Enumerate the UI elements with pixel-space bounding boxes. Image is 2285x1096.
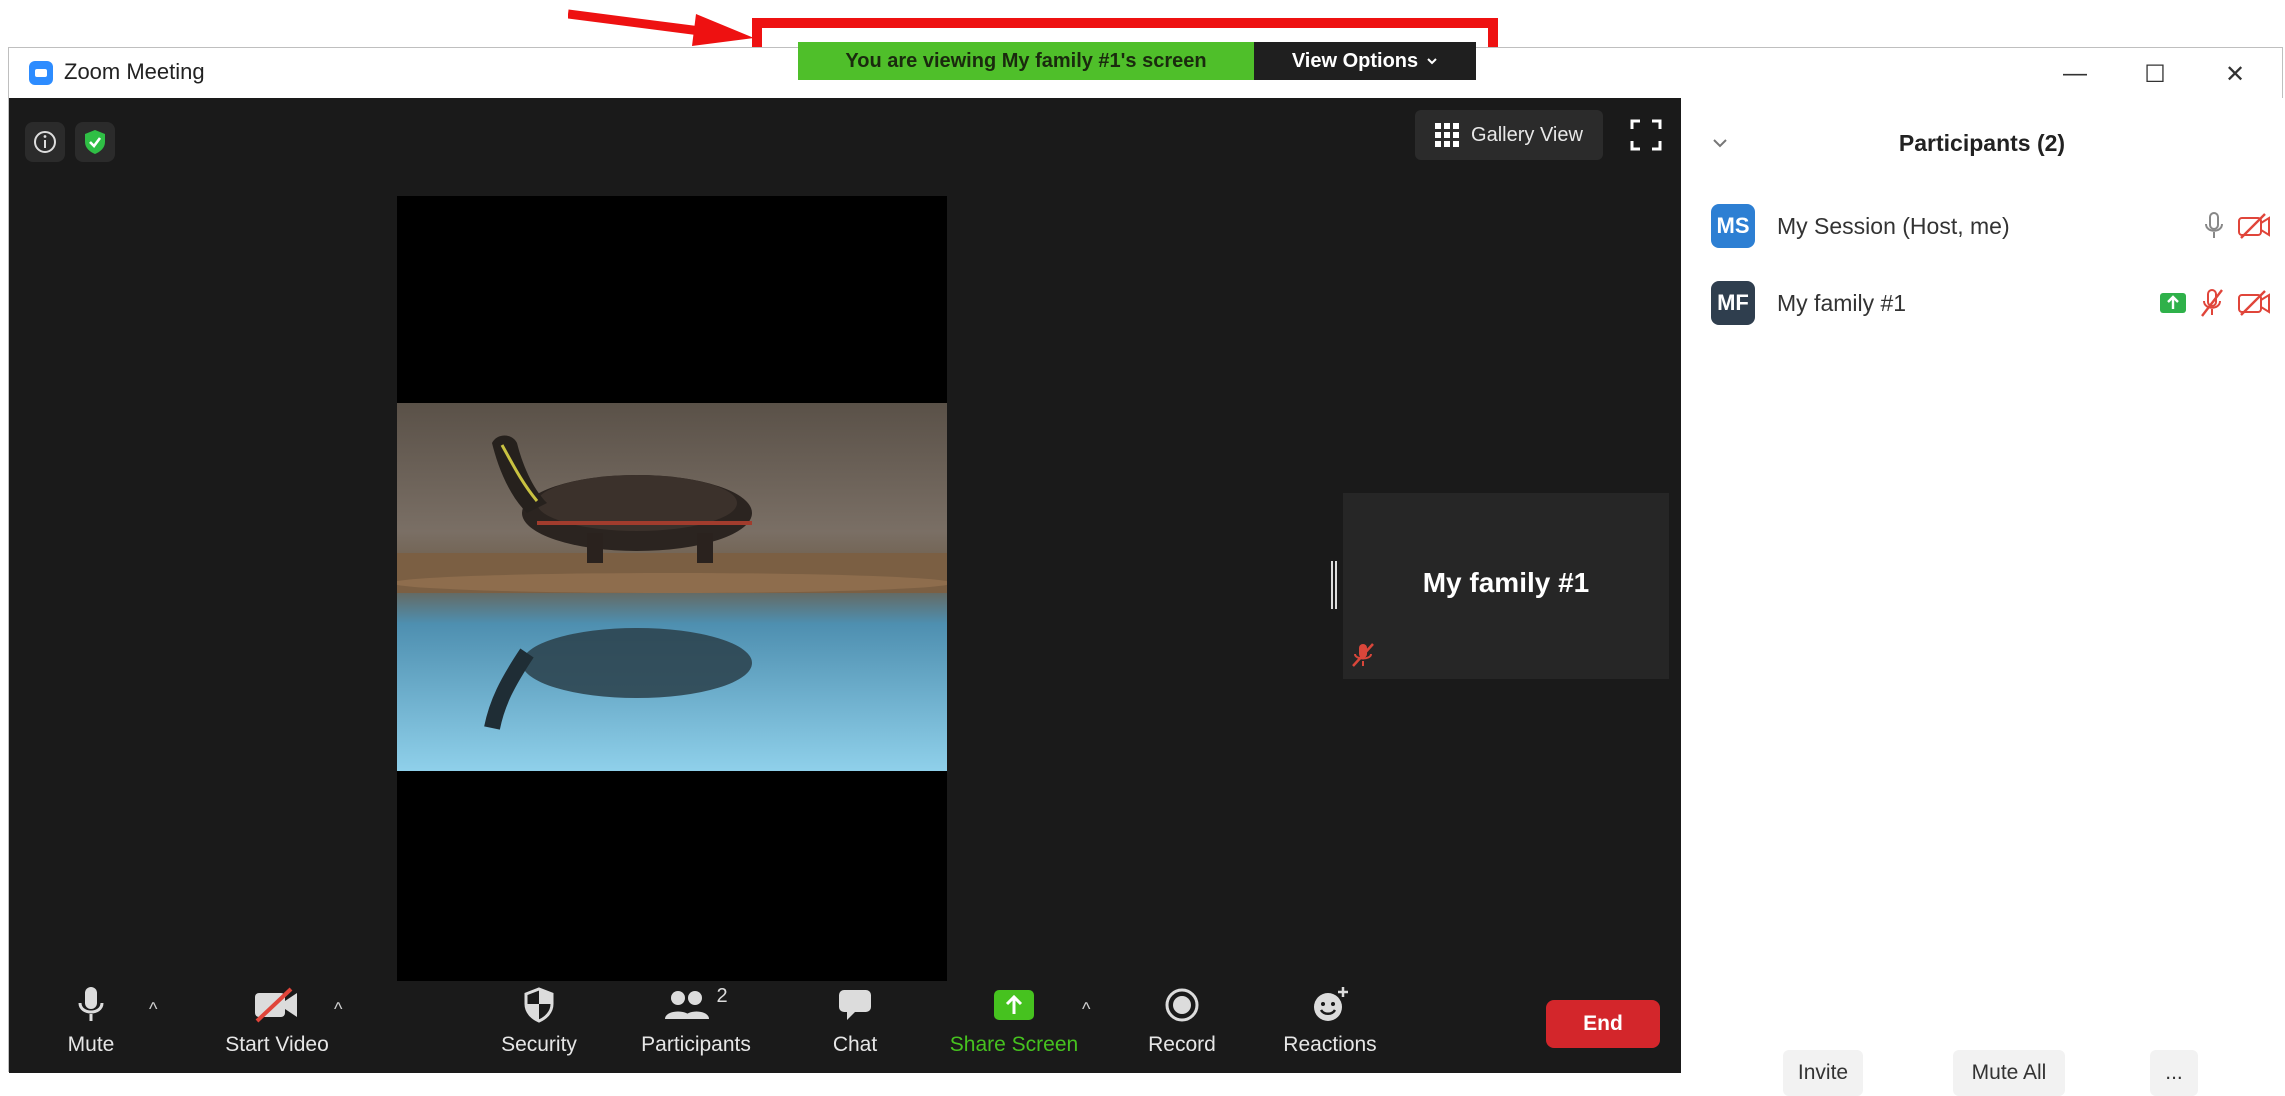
chat-label: Chat (832, 1033, 878, 1056)
sharing-banner: You are viewing My family #1's screen Vi… (798, 42, 1476, 80)
invite-button[interactable]: Invite (1783, 1050, 1863, 1096)
panel-title: Participants (2) (1898, 130, 2066, 156)
tile-resize-handle[interactable] (1331, 561, 1337, 609)
view-options-label: View Options (1291, 49, 1419, 72)
gallery-view-button[interactable]: Gallery View (1415, 110, 1603, 160)
mic-muted-icon (1352, 643, 1374, 667)
maximize-button[interactable]: ☐ (2123, 54, 2187, 94)
microphone-icon (78, 987, 104, 1021)
gallery-grid-icon (1435, 123, 1460, 147)
video-off-icon[interactable] (2237, 212, 2271, 240)
shield-check-icon[interactable] (75, 122, 115, 162)
share-screen-label: Share Screen (949, 1033, 1079, 1056)
sharing-status-text: You are viewing My family #1's screen (798, 42, 1254, 80)
video-off-icon (255, 987, 297, 1023)
reactions-icon (1314, 987, 1348, 1021)
participants-label: Participants (641, 1033, 751, 1056)
sharing-icon (2160, 293, 2186, 313)
audio-options-caret[interactable]: ^ (149, 999, 157, 1020)
video-area: Gallery View My family #1 Mute ^ Start V… (9, 98, 1681, 1073)
participant-name: My Session (Host, me) (1777, 212, 2010, 239)
start-video-label: Start Video (225, 1033, 329, 1056)
annotation-arrow (568, 9, 754, 46)
security-shield-icon (524, 987, 554, 1023)
end-meeting-button[interactable]: End (1546, 1000, 1660, 1048)
share-options-caret[interactable]: ^ (1082, 999, 1090, 1020)
participant-row[interactable]: MS My Session (Host, me) (1711, 201, 2271, 251)
zoom-app-icon (29, 61, 53, 85)
mic-muted-icon[interactable] (2199, 288, 2225, 318)
mute-label: Mute (67, 1033, 115, 1056)
participant-video-tile: My family #1 (1343, 493, 1669, 679)
microphone-icon[interactable] (2203, 211, 2225, 241)
reactions-label: Reactions (1283, 1033, 1377, 1056)
participants-button[interactable]: 2 Participants (621, 981, 771, 1065)
share-screen-button[interactable]: Share Screen (944, 981, 1084, 1065)
participants-count: 2 (716, 985, 728, 1007)
start-video-button[interactable]: Start Video (207, 981, 347, 1065)
avatar: MF (1711, 281, 1755, 325)
share-screen-icon (994, 990, 1034, 1020)
window-title: Zoom Meeting (64, 59, 205, 84)
participant-row[interactable]: MF My family #1 (1711, 278, 2271, 328)
record-label: Record (1148, 1033, 1216, 1056)
security-label: Security (501, 1033, 577, 1056)
chat-icon (839, 990, 871, 1020)
info-icon[interactable] (25, 122, 65, 162)
mute-all-button[interactable]: Mute All (1953, 1050, 2065, 1096)
record-button[interactable]: Record (1137, 981, 1227, 1065)
zoom-window: Zoom Meeting — ☐ ✕ Gallery View My famil… (8, 47, 2283, 1096)
minimize-button[interactable]: — (2043, 54, 2107, 94)
participant-name: My family #1 (1777, 289, 1907, 316)
shared-turtle-photo (397, 403, 947, 771)
record-icon (1165, 988, 1199, 1022)
reactions-button[interactable]: Reactions (1275, 981, 1385, 1065)
avatar: MS (1711, 204, 1755, 248)
gallery-view-label: Gallery View (1471, 123, 1583, 146)
fullscreen-icon[interactable] (1629, 118, 1663, 152)
security-button[interactable]: Security (489, 981, 589, 1065)
chat-button[interactable]: Chat (815, 981, 895, 1065)
chevron-down-icon (1427, 58, 1437, 65)
tile-participant-name: My family #1 (1422, 567, 1590, 598)
participants-icon (665, 991, 710, 1019)
video-off-icon[interactable] (2237, 289, 2271, 317)
close-button[interactable]: ✕ (2203, 54, 2267, 94)
more-options-button[interactable]: ... (2150, 1050, 2198, 1096)
mute-button[interactable]: Mute (51, 981, 131, 1065)
participants-panel: Participants (2) MS My Session (Host, me… (1681, 98, 2283, 1096)
video-options-caret[interactable]: ^ (334, 999, 342, 1020)
view-options-button[interactable]: View Options (1254, 42, 1476, 80)
